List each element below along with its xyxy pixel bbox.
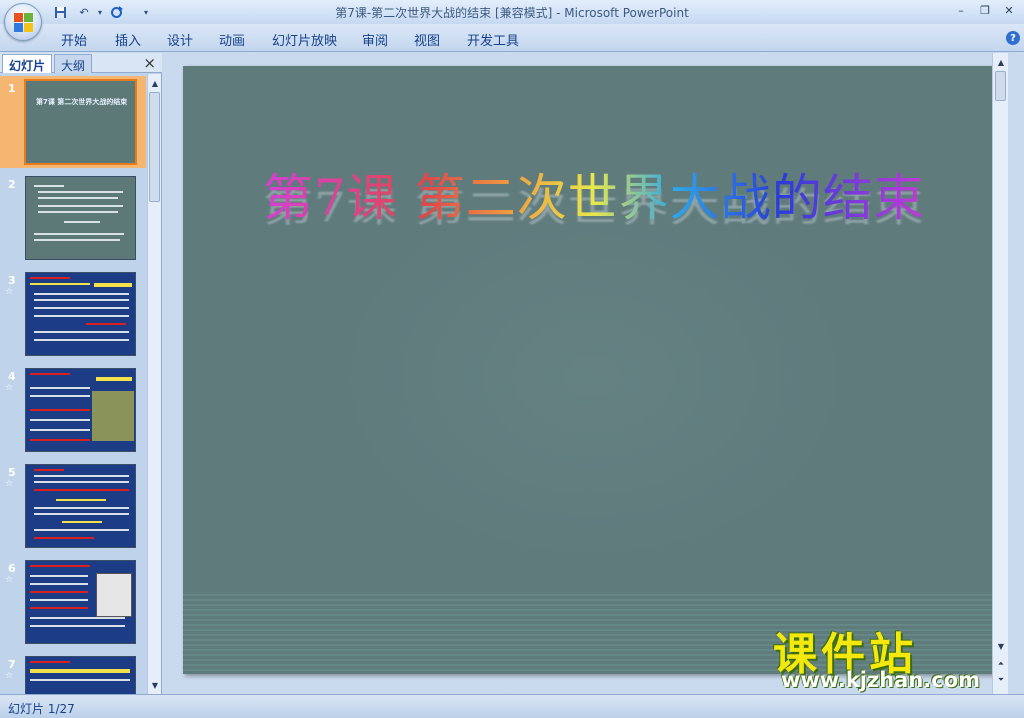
slide-thumbnail-5[interactable]: 5 ☆ <box>0 460 146 552</box>
slide-thumbnail-3[interactable]: 3 ☆ <box>0 268 146 360</box>
scroll-up-icon[interactable]: ▲ <box>994 55 1008 69</box>
slide-number: 7 <box>8 658 16 671</box>
tab-animations[interactable]: 动画 <box>219 30 245 49</box>
animation-star-icon: ☆ <box>5 671 14 681</box>
thumbnail-image <box>25 176 136 260</box>
tab-slideshow[interactable]: 幻灯片放映 <box>272 30 337 49</box>
animation-star-icon: ☆ <box>5 479 14 489</box>
brand-url: www.kjzhan.com <box>781 668 981 692</box>
slides-panel: 幻灯片 大纲 × 1 第7课 第二次世界大战的结束 2 3 ☆ 4 ☆ 5 ☆ … <box>0 53 162 694</box>
slide-thumbnail-4[interactable]: 4 ☆ <box>0 364 146 456</box>
status-bar: 幻灯片 1/27 <box>0 694 1024 718</box>
current-slide[interactable]: 第7课 第二次世界大战的结束 第7课 第二次世界大战的结束 <box>183 66 993 674</box>
animation-star-icon: ☆ <box>5 383 14 393</box>
thumbnail-image <box>25 464 136 548</box>
slide-number: 6 <box>8 562 16 575</box>
slide-title-text: 第7课 第二次世界大战的结束 <box>263 169 925 227</box>
window-controls: – ❐ ✕ <box>950 2 1020 18</box>
slide-thumbnail-2[interactable]: 2 <box>0 172 146 264</box>
tab-outline[interactable]: 大纲 <box>54 54 93 73</box>
animation-star-icon: ☆ <box>5 575 14 585</box>
slide-thumbnail-list: 1 第7课 第二次世界大战的结束 2 3 ☆ 4 ☆ 5 ☆ 6 ☆ 7 ☆ <box>0 74 146 694</box>
panel-close-button[interactable]: × <box>143 54 156 72</box>
slide-thumbnail-6[interactable]: 6 ☆ <box>0 556 146 648</box>
restore-icon[interactable]: ❐ <box>974 2 996 18</box>
tab-slides[interactable]: 幻灯片 <box>2 54 53 73</box>
slide-number: 1 <box>8 82 16 95</box>
ribbon-tab-bar: 开始 插入 设计 动画 幻灯片放映 审阅 视图 开发工具 ? <box>0 24 1024 52</box>
editor-scrollbar[interactable]: ▲ ▼ ⏶ ⏷ <box>992 53 1008 694</box>
window-title: 第7课-第二次世界大战的结束 [兼容模式] - Microsoft PowerP… <box>335 6 689 20</box>
tab-home[interactable]: 开始 <box>61 30 87 49</box>
slide-editor: 第7课 第二次世界大战的结束 第7课 第二次世界大战的结束 ▲ ▼ ⏶ ⏷ <box>163 53 1008 694</box>
office-button[interactable] <box>4 3 42 41</box>
thumbnail-image: 第7课 第二次世界大战的结束 <box>24 79 137 165</box>
tab-view[interactable]: 视图 <box>414 30 440 49</box>
office-logo-icon <box>14 13 34 33</box>
slide-counter: 幻灯片 1/27 <box>8 702 75 716</box>
watermark-logo: 课件站 www.kjzhan.com <box>773 618 1005 694</box>
animation-star-icon: ☆ <box>5 287 14 297</box>
slide-number: 4 <box>8 370 16 383</box>
slide-thumbnail-1[interactable]: 1 第7课 第二次世界大战的结束 <box>0 76 146 168</box>
scroll-thumb[interactable] <box>149 92 160 202</box>
slides-panel-scrollbar[interactable]: ▲ ▼ <box>147 74 161 694</box>
thumbnail-image <box>25 560 136 644</box>
thumbnail-image <box>25 368 136 452</box>
help-icon[interactable]: ? <box>1006 31 1020 45</box>
tab-review[interactable]: 审阅 <box>362 30 388 49</box>
minimize-icon[interactable]: – <box>950 2 972 18</box>
slide-number: 5 <box>8 466 16 479</box>
slide-number: 3 <box>8 274 16 287</box>
panel-tabs: 幻灯片 大纲 × <box>0 53 162 73</box>
tab-developer[interactable]: 开发工具 <box>467 30 519 49</box>
scroll-up-icon[interactable]: ▲ <box>148 76 162 90</box>
close-icon[interactable]: ✕ <box>998 2 1020 18</box>
tab-design[interactable]: 设计 <box>167 30 193 49</box>
slide-thumbnail-7[interactable]: 7 ☆ <box>0 652 146 694</box>
thumbnail-title: 第7课 第二次世界大战的结束 <box>36 98 128 106</box>
thumbnail-image <box>25 656 136 694</box>
scroll-thumb[interactable] <box>995 71 1006 101</box>
thumbnail-image <box>25 272 136 356</box>
title-bar: ↶ ▾ ▾ 第7课-第二次世界大战的结束 [兼容模式] - Microsoft … <box>0 0 1024 24</box>
slide-title[interactable]: 第7课 第二次世界大战的结束 第7课 第二次世界大战的结束 <box>263 158 925 230</box>
slide-background-watermark <box>333 186 853 566</box>
tab-insert[interactable]: 插入 <box>115 30 141 49</box>
slide-number: 2 <box>8 178 16 191</box>
scroll-down-icon[interactable]: ▼ <box>148 678 162 692</box>
